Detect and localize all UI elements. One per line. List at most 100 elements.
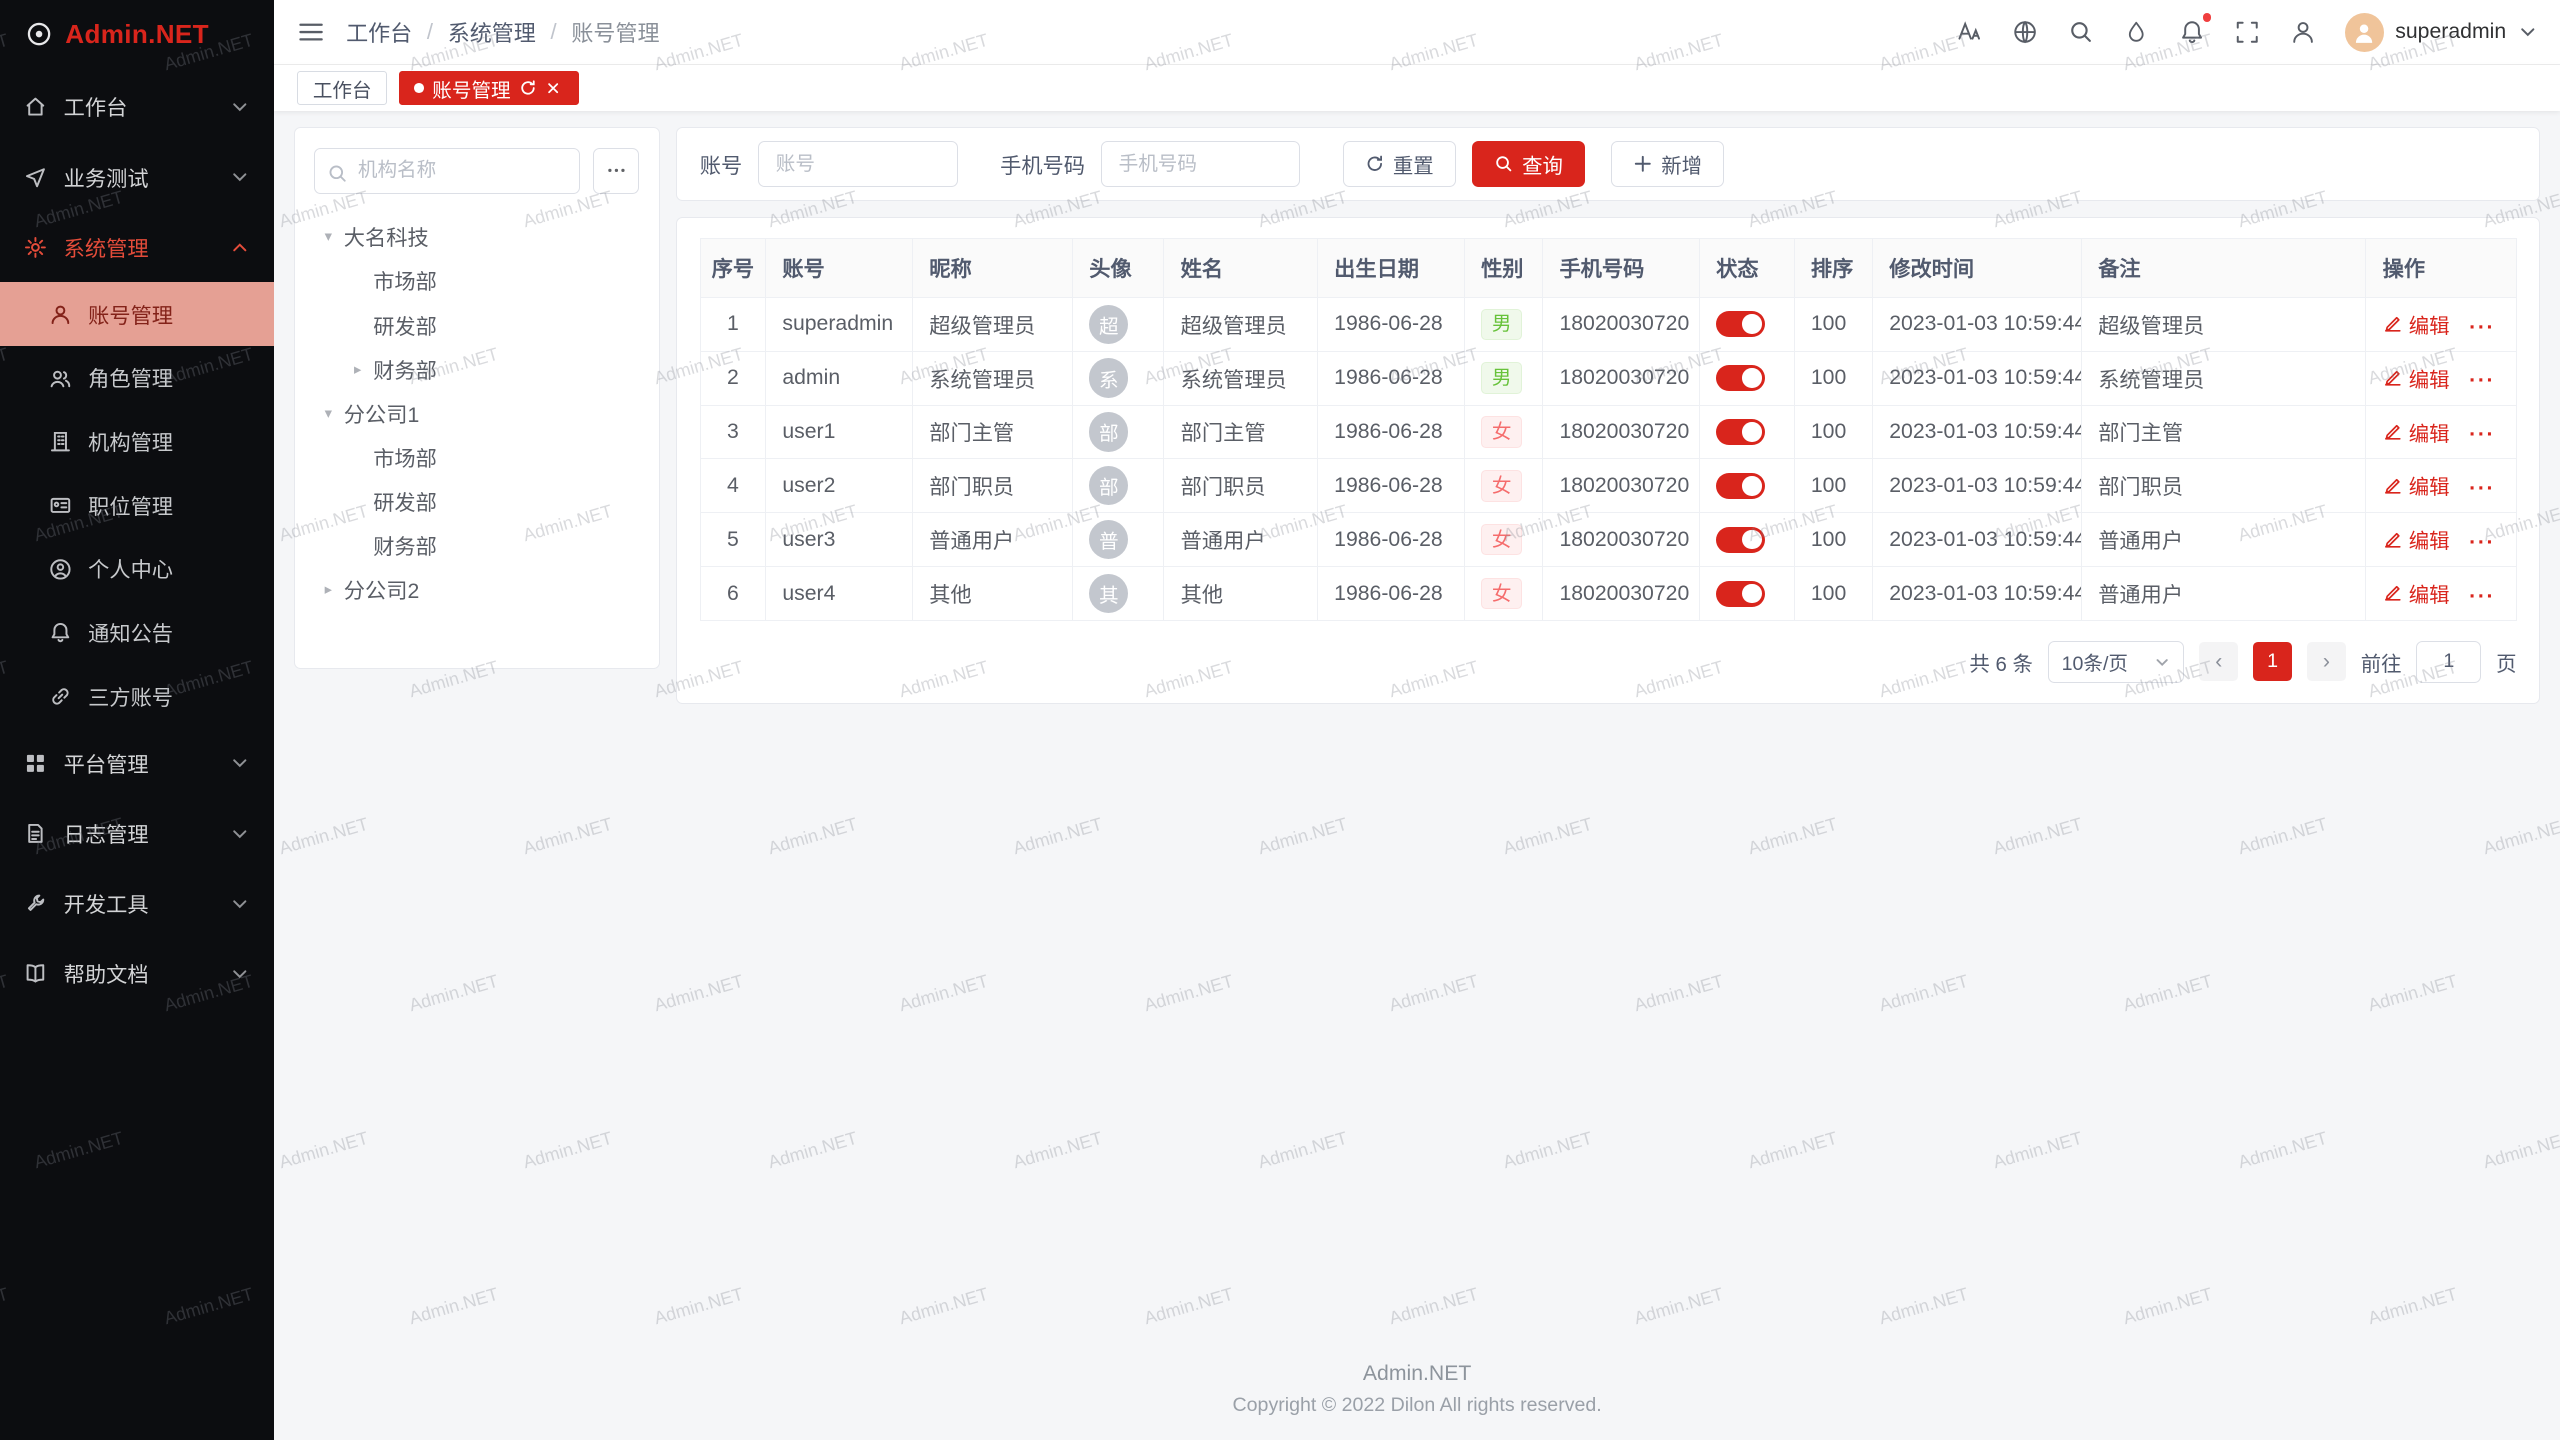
- breadcrumb-item[interactable]: 系统管理: [448, 16, 536, 48]
- tree-node[interactable]: ▾ 大名科技: [314, 215, 639, 259]
- tree-node[interactable]: ▸财务部: [314, 347, 639, 391]
- id-card-icon: [49, 493, 73, 517]
- tree-node[interactable]: 财务部: [314, 523, 639, 567]
- tab-account-management[interactable]: 账号管理: [399, 71, 579, 105]
- tree-node-label: 大名科技: [344, 221, 429, 252]
- edit-button[interactable]: 编辑: [2383, 417, 2450, 447]
- caret-right-icon[interactable]: ▸: [318, 581, 339, 598]
- tree-node[interactable]: ▸分公司2: [314, 567, 639, 611]
- sidebar-item-workbench[interactable]: 工作台: [0, 72, 274, 142]
- font-size-icon[interactable]: [1956, 18, 1984, 46]
- sidebar-item-third-party-account[interactable]: 三方账号: [0, 664, 274, 728]
- goto-page-input[interactable]: [2416, 641, 2481, 683]
- status-toggle[interactable]: [1716, 419, 1765, 445]
- cell-remark: 系统管理员: [2081, 351, 2365, 405]
- more-actions-button[interactable]: ···: [2469, 369, 2495, 392]
- row-avatar: 部: [1089, 466, 1128, 505]
- refresh-icon[interactable]: [519, 79, 537, 97]
- more-actions-button[interactable]: ···: [2469, 477, 2495, 500]
- tree-node[interactable]: 市场部: [314, 435, 639, 479]
- profile-icon[interactable]: [2289, 18, 2317, 46]
- account-input[interactable]: [758, 141, 957, 187]
- status-toggle[interactable]: [1716, 581, 1765, 607]
- logo[interactable]: Admin.NET: [0, 0, 274, 69]
- chevron-down-icon: [230, 824, 250, 844]
- user-menu[interactable]: superadmin: [2345, 13, 2537, 52]
- sidebar-item-log-management[interactable]: 日志管理: [0, 798, 274, 868]
- breadcrumb-item-current: 账号管理: [571, 16, 659, 48]
- status-toggle[interactable]: [1716, 473, 1765, 499]
- search-icon[interactable]: [2067, 18, 2095, 46]
- column-header: 出生日期: [1317, 239, 1464, 298]
- sidebar-item-platform-management[interactable]: 平台管理: [0, 728, 274, 798]
- cell-gender: 女: [1464, 459, 1542, 513]
- add-button-label: 新增: [1661, 149, 1702, 179]
- org-search-input[interactable]: [314, 148, 580, 194]
- cell-sort: 100: [1794, 297, 1872, 351]
- phone-input[interactable]: [1101, 141, 1300, 187]
- account-label: 账号: [700, 149, 742, 180]
- hamburger-menu-icon[interactable]: [297, 18, 325, 46]
- sidebar-item-account-management[interactable]: 账号管理: [0, 282, 274, 346]
- status-toggle[interactable]: [1716, 527, 1765, 553]
- prev-page-button[interactable]: ‹: [2199, 642, 2238, 681]
- sidebar-item-personal-center[interactable]: 个人中心: [0, 537, 274, 601]
- sidebar-item-notice[interactable]: 通知公告: [0, 601, 274, 665]
- page-size-select[interactable]: 10条/页: [2048, 641, 2185, 683]
- sidebar-item-business-test[interactable]: 业务测试: [0, 142, 274, 212]
- tab-workbench[interactable]: 工作台: [297, 71, 387, 105]
- tree-node-label: 分公司1: [344, 398, 419, 429]
- cell-status: [1699, 459, 1794, 513]
- cell-remark: 普通用户: [2081, 567, 2365, 621]
- table-row: 6user4其他其其他1986-06-28女180200307201002023…: [700, 567, 2516, 621]
- page-1-button[interactable]: 1: [2253, 642, 2292, 681]
- tree-more-button[interactable]: [593, 148, 639, 194]
- reset-button[interactable]: 重置: [1343, 141, 1456, 187]
- caret-down-icon[interactable]: ▾: [318, 228, 339, 245]
- theme-icon[interactable]: [2123, 18, 2151, 46]
- sidebar-item-help-docs[interactable]: 帮助文档: [0, 939, 274, 1009]
- sidebar-item-system-management[interactable]: 系统管理: [0, 212, 274, 282]
- add-button[interactable]: 新增: [1611, 141, 1724, 187]
- caret-right-icon[interactable]: ▸: [347, 361, 368, 378]
- cell-sort: 100: [1794, 405, 1872, 459]
- notification-bell-icon[interactable]: [2178, 18, 2206, 46]
- edit-button[interactable]: 编辑: [2383, 578, 2450, 608]
- cell-name: 系统管理员: [1164, 351, 1317, 405]
- cell-modified-time: 2023-01-03 10:59:44: [1872, 513, 2081, 567]
- more-actions-button[interactable]: ···: [2469, 531, 2495, 554]
- org-tree: ▾大名科技市场部研发部▸财务部▾分公司1市场部研发部财务部▸分公司2: [314, 215, 639, 612]
- language-globe-icon[interactable]: [2012, 18, 2040, 46]
- tree-node[interactable]: 市场部: [314, 259, 639, 303]
- more-actions-button[interactable]: ···: [2469, 423, 2495, 446]
- fullscreen-icon[interactable]: [2234, 18, 2262, 46]
- status-toggle[interactable]: [1716, 365, 1765, 391]
- tree-node[interactable]: 研发部: [314, 479, 639, 523]
- tree-node-label: 研发部: [373, 310, 437, 341]
- edit-button[interactable]: 编辑: [2383, 363, 2450, 393]
- query-button[interactable]: 查询: [1472, 141, 1585, 187]
- avatar: [2345, 13, 2384, 52]
- edit-button[interactable]: 编辑: [2383, 309, 2450, 339]
- sidebar-item-role-management[interactable]: 角色管理: [0, 346, 274, 410]
- breadcrumb: 工作台 / 系统管理 / 账号管理: [346, 16, 659, 48]
- edit-button[interactable]: 编辑: [2383, 470, 2450, 500]
- next-page-button[interactable]: ›: [2307, 642, 2346, 681]
- sidebar-item-label: 通知公告: [88, 617, 250, 648]
- sidebar-item-org-management[interactable]: 机构管理: [0, 410, 274, 474]
- tree-node[interactable]: ▾ 分公司1: [314, 391, 639, 435]
- more-actions-button[interactable]: ···: [2469, 585, 2495, 608]
- edit-button[interactable]: 编辑: [2383, 524, 2450, 554]
- cell-account: superadmin: [766, 297, 913, 351]
- cell-avatar: 系: [1072, 351, 1163, 405]
- sidebar-item-position-management[interactable]: 职位管理: [0, 473, 274, 537]
- sidebar-item-dev-tools[interactable]: 开发工具: [0, 869, 274, 939]
- caret-down-icon[interactable]: ▾: [318, 405, 339, 422]
- status-toggle[interactable]: [1716, 311, 1765, 337]
- tree-node[interactable]: 研发部: [314, 303, 639, 347]
- more-actions-button[interactable]: ···: [2469, 316, 2495, 339]
- breadcrumb-item[interactable]: 工作台: [346, 16, 412, 48]
- sidebar-item-label: 机构管理: [88, 426, 250, 457]
- right-column: 账号 手机号码 重置 查询: [676, 127, 2541, 703]
- close-icon[interactable]: [545, 79, 563, 97]
